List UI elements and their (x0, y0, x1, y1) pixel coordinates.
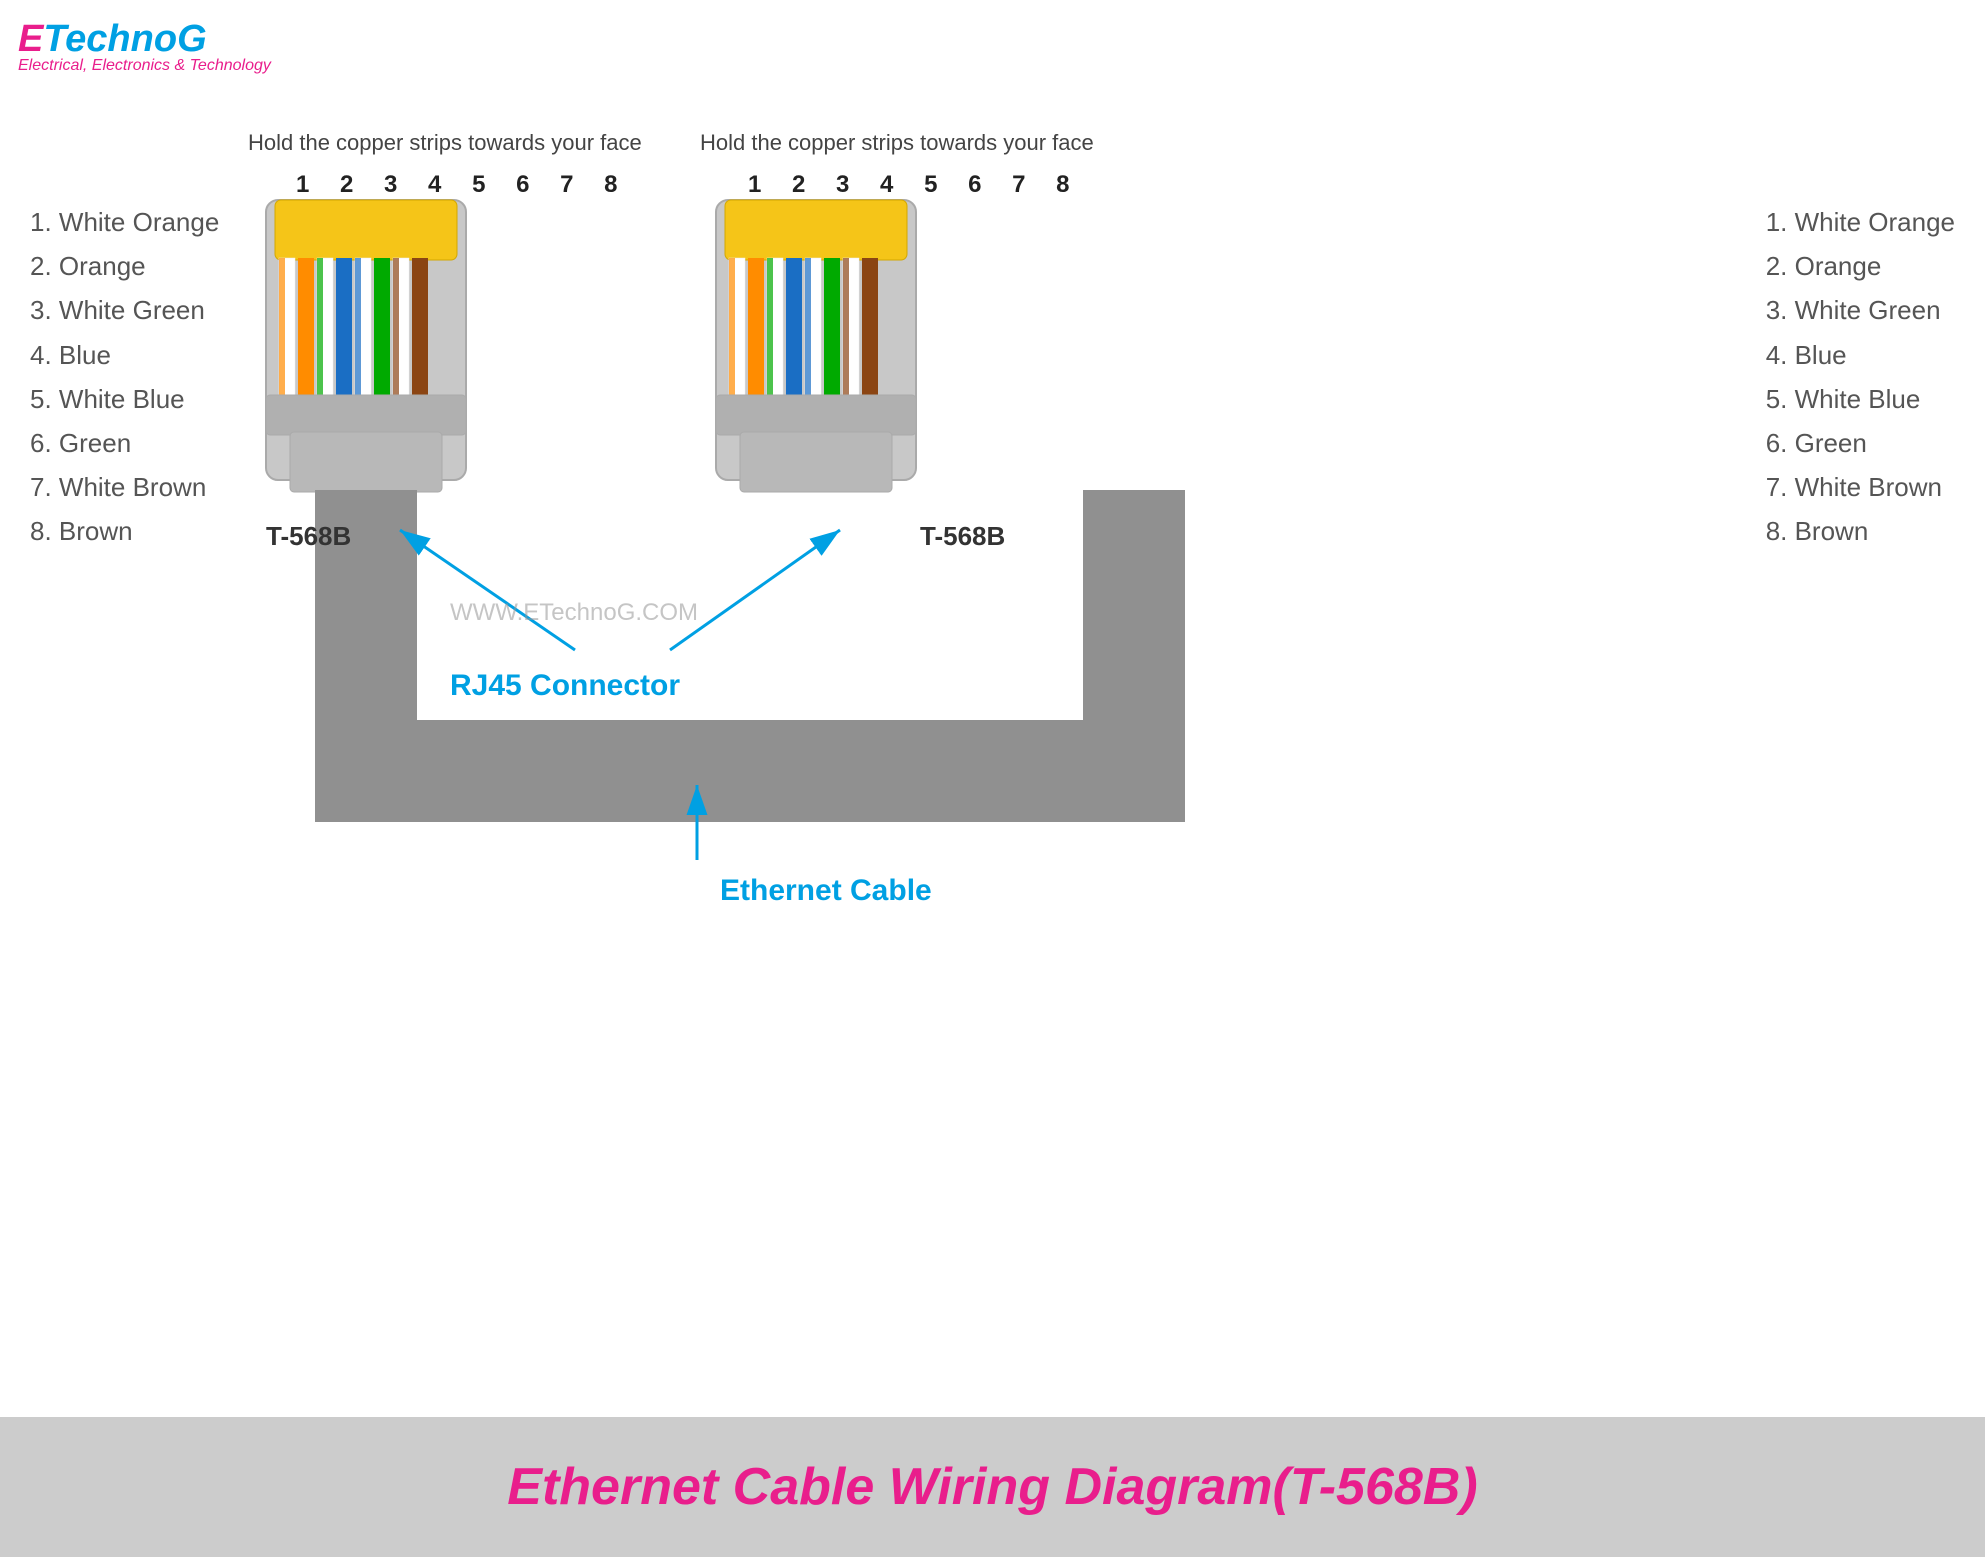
right-wire-labels: 1. White Orange 2. Orange 3. White Green… (1766, 200, 1955, 554)
right-instruction: Hold the copper strips towards your face (700, 130, 1094, 155)
left-wire-1: 1. White Orange (30, 200, 219, 244)
left-connector-label: T-568B (266, 521, 351, 551)
left-pin-numbers: 1 2 3 4 5 6 7 8 (296, 171, 629, 198)
right-connector-label: T-568B (920, 521, 1005, 551)
right-pin-numbers: 1 2 3 4 5 6 7 8 (748, 171, 1081, 198)
right-wire-1: 1. White Orange (1766, 200, 1955, 244)
right-wire-8: 8. Brown (1766, 509, 1955, 553)
right-wire-6: 6. Green (1766, 421, 1955, 465)
right-wire-4: 4. Blue (1766, 333, 1955, 377)
left-wire-7: 7. White Brown (30, 465, 219, 509)
bottom-banner-text: Ethernet Cable Wiring Diagram(T-568B) (507, 1457, 1477, 1517)
right-wire-2: 2. Orange (1766, 244, 1955, 288)
left-wire-2: 2. Orange (30, 244, 219, 288)
watermark: WWW.ETechnoG.COM (450, 599, 698, 626)
bottom-banner: Ethernet Cable Wiring Diagram(T-568B) (0, 1417, 1985, 1557)
left-wire-labels: 1. White Orange 2. Orange 3. White Green… (30, 200, 219, 554)
right-wire-3: 3. White Green (1766, 288, 1955, 332)
left-wire-5: 5. White Blue (30, 377, 219, 421)
left-wire-3: 3. White Green (30, 288, 219, 332)
right-wire-7: 7. White Brown (1766, 465, 1955, 509)
rj45-label: RJ45 Connector (450, 669, 680, 702)
main-diagram: Hold the copper strips towards your face… (0, 0, 1985, 1420)
left-wire-6: 6. Green (30, 421, 219, 465)
right-wire-5: 5. White Blue (1766, 377, 1955, 421)
left-instruction: Hold the copper strips towards your face (248, 130, 642, 155)
left-wire-8: 8. Brown (30, 509, 219, 553)
ethernet-label: Ethernet Cable (720, 874, 932, 907)
left-wire-4: 4. Blue (30, 333, 219, 377)
